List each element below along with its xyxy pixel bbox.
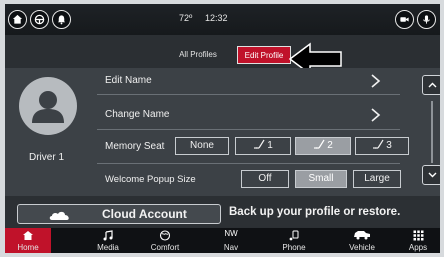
- nav-comfort[interactable]: Comfort: [135, 228, 195, 253]
- divider: [97, 94, 400, 95]
- home-icon: [23, 231, 33, 240]
- tab-edit-profile[interactable]: Edit Profile: [237, 46, 291, 64]
- microphone-icon[interactable]: [417, 10, 436, 29]
- clock: 12:32: [205, 13, 228, 23]
- home-icon[interactable]: [8, 10, 27, 29]
- memory-seat-2-button[interactable]: 2: [295, 137, 351, 155]
- edit-name-label[interactable]: Edit Name: [105, 75, 152, 86]
- memory-seat-label: Memory Seat: [105, 141, 165, 152]
- cloud-account-label: Cloud Account: [102, 207, 187, 221]
- cloud-account-button[interactable]: Cloud Account: [17, 204, 221, 224]
- profile-tabs: All Profiles Edit Profile: [5, 46, 440, 64]
- driver-name: Driver 1: [29, 152, 65, 163]
- scrollbar[interactable]: [422, 75, 440, 185]
- apps-grid-icon: [413, 230, 423, 241]
- nav-apps[interactable]: Apps: [396, 228, 440, 253]
- nav-home[interactable]: Home: [5, 228, 51, 253]
- status-bar: 72º 12:32: [5, 4, 440, 35]
- music-note-icon: [103, 230, 113, 241]
- chevron-down-icon: [428, 172, 436, 178]
- memory-seat-3-button[interactable]: 3: [355, 137, 409, 155]
- bottom-nav: Home Media Comfort NW Nav Phone Vehicle: [5, 228, 440, 253]
- nav-vehicle[interactable]: Vehicle: [335, 228, 389, 253]
- memory-seat-2-label: 2: [327, 140, 333, 151]
- nav-apps-label: Apps: [408, 243, 428, 252]
- nav-media-label: Media: [97, 243, 119, 252]
- display-bezel: 72º 12:32 All Profiles Edit Profile Driv…: [0, 0, 444, 257]
- chevron-right-icon[interactable]: [370, 107, 382, 123]
- nav-home-label: Home: [17, 243, 39, 252]
- memory-seat-none-button[interactable]: None: [175, 137, 229, 155]
- cloud-account-bar: Cloud Account Back up your profile or re…: [5, 200, 440, 227]
- divider: [97, 163, 400, 164]
- compass-icon: NW: [224, 229, 238, 238]
- nav-phone-label: Phone: [282, 243, 306, 252]
- popup-size-small-button[interactable]: Small: [295, 170, 347, 188]
- nav-nav-label: Nav: [223, 243, 239, 252]
- avatar: [19, 77, 77, 135]
- vehicle-icon: [354, 231, 370, 240]
- memory-seat-3-label: 3: [386, 140, 392, 151]
- nav-phone[interactable]: Phone: [269, 228, 319, 253]
- memory-seat-1-button[interactable]: 1: [235, 137, 291, 155]
- welcome-popup-size-label: Welcome Popup Size: [105, 174, 196, 185]
- notification-bell-icon[interactable]: [52, 10, 71, 29]
- steering-heat-icon: [159, 230, 171, 241]
- tab-all-profiles[interactable]: All Profiles: [165, 46, 231, 64]
- memory-seat-1-label: 1: [267, 140, 273, 151]
- nav-vehicle-label: Vehicle: [349, 243, 375, 252]
- chevron-up-icon: [428, 82, 436, 88]
- driver-icon[interactable]: [30, 10, 49, 29]
- nav-comfort-label: Comfort: [150, 243, 180, 252]
- popup-size-large-button[interactable]: Large: [353, 170, 401, 188]
- scroll-track[interactable]: [431, 101, 433, 163]
- camera-icon[interactable]: [395, 10, 414, 29]
- infotainment-screen: 72º 12:32 All Profiles Edit Profile Driv…: [5, 4, 440, 253]
- seat-icon: [254, 139, 265, 149]
- nav-media[interactable]: Media: [81, 228, 135, 253]
- cloud-icon: [49, 211, 69, 220]
- cloud-account-description: Back up your profile or restore.: [229, 206, 401, 218]
- user-silhouette-icon: [32, 91, 64, 123]
- seat-icon: [314, 139, 325, 149]
- popup-size-off-button[interactable]: Off: [241, 170, 289, 188]
- divider: [97, 129, 400, 130]
- phone-icon: [289, 230, 299, 241]
- change-name-label[interactable]: Change Name: [105, 109, 169, 120]
- chevron-right-icon[interactable]: [370, 73, 382, 89]
- nav-nav[interactable]: NW Nav: [209, 228, 253, 253]
- scroll-down-button[interactable]: [422, 165, 440, 185]
- scroll-up-button[interactable]: [422, 75, 440, 95]
- seat-icon: [373, 139, 384, 149]
- outside-temperature: 72º: [179, 13, 193, 23]
